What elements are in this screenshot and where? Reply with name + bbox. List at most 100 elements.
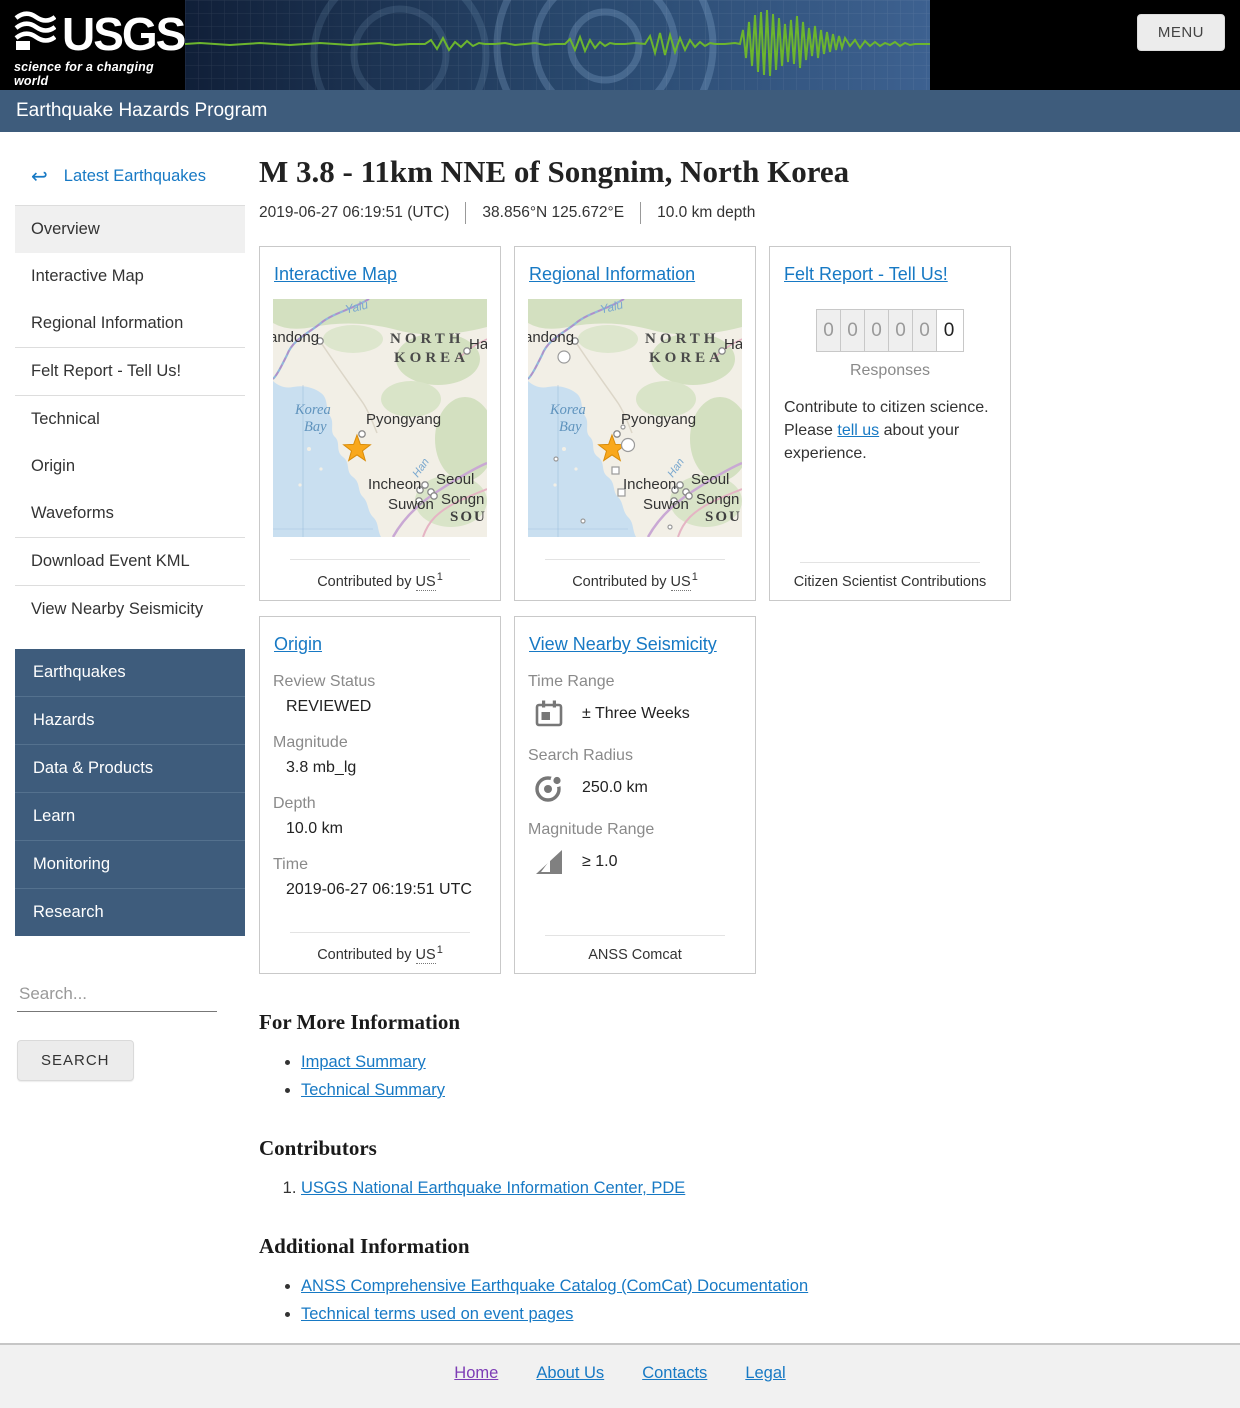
list-item: ANSS Comprehensive Earthquake Catalog (C…	[301, 1277, 1225, 1296]
counter-digit: 0	[913, 310, 937, 351]
footnote-marker: 1	[436, 571, 443, 584]
contributor-us-link[interactable]: US	[415, 574, 436, 591]
search-button[interactable]: SEARCH	[17, 1040, 134, 1081]
menu-item-hazards[interactable]: Hazards	[15, 696, 245, 744]
card-footer: Contributed by US1	[528, 559, 742, 591]
felt-report-prompt: Contribute to citizen science. Please te…	[783, 396, 997, 466]
technical-summary-link[interactable]: Technical Summary	[301, 1081, 445, 1099]
time-label: Time	[273, 856, 308, 873]
view-nearby-seismicity-link[interactable]: View Nearby Seismicity	[529, 634, 717, 655]
main-content: M 3.8 - 11km NNE of Songnim, North Korea…	[259, 150, 1225, 1372]
neic-pde-link[interactable]: USGS National Earthquake Information Cen…	[301, 1179, 685, 1197]
counter-digit: 0	[817, 310, 841, 351]
footnote-marker: 1	[691, 571, 698, 584]
time-value: 2019-06-27 06:19:51 UTC	[286, 881, 472, 898]
technical-terms-link[interactable]: Technical terms used on event pages	[301, 1305, 573, 1323]
list-item: Technical terms used on event pages	[301, 1305, 1225, 1324]
list-item: Impact Summary	[301, 1053, 1225, 1072]
event-coordinates: 38.856°N 125.672°E	[482, 204, 625, 221]
map-image	[273, 299, 487, 537]
footer-about-us-link[interactable]: About Us	[536, 1364, 604, 1383]
sidebar-item-regional-information[interactable]: Regional Information	[15, 300, 245, 347]
contributed-by-text: Contributed by	[317, 947, 412, 963]
for-more-information-heading: For More Information	[259, 1010, 461, 1034]
usgs-logo[interactable]: USGS science for a changing world	[14, 8, 189, 88]
time-range-label: Time Range	[528, 673, 615, 690]
map-image	[528, 299, 742, 537]
card-footer: Contributed by US1	[273, 932, 487, 964]
footer-home-link[interactable]: Home	[454, 1364, 498, 1383]
nearby-seismicity-card: View Nearby Seismicity Time Range ± Thre…	[514, 616, 756, 974]
meta-separator	[465, 202, 467, 224]
origin-link[interactable]: Origin	[274, 634, 322, 655]
felt-report-link[interactable]: Felt Report - Tell Us!	[784, 264, 948, 285]
regional-map-thumbnail[interactable]: Yalu andong NORTH KOREA Har Korea Bay Py…	[528, 299, 742, 537]
sidebar-item-overview[interactable]: Overview	[15, 206, 245, 253]
radius-icon	[535, 774, 564, 802]
magnitude-icon	[536, 850, 562, 874]
list-item: Technical Summary	[301, 1081, 1225, 1100]
calendar-icon	[535, 700, 563, 727]
menu-item-earthquakes[interactable]: Earthquakes	[15, 649, 245, 696]
page-footer: Home About Us Contacts Legal	[0, 1343, 1240, 1408]
sidebar-item-origin[interactable]: Origin	[15, 443, 245, 490]
menu-item-monitoring[interactable]: Monitoring	[15, 840, 245, 888]
menu-item-research[interactable]: Research	[15, 888, 245, 936]
impact-summary-link[interactable]: Impact Summary	[301, 1053, 426, 1071]
card-footer: Contributed by US1	[273, 559, 487, 591]
footer-contacts-link[interactable]: Contacts	[642, 1364, 707, 1383]
responses-label: Responses	[849, 362, 931, 379]
tell-us-link[interactable]: tell us	[837, 422, 879, 439]
footer-legal-link[interactable]: Legal	[745, 1364, 785, 1383]
regional-information-link[interactable]: Regional Information	[529, 264, 695, 285]
sidebar-item-waveforms[interactable]: Waveforms	[15, 490, 245, 537]
program-bar-title: Earthquake Hazards Program	[0, 90, 1240, 132]
sidebar: ↩ Latest Earthquakes Overview Interactiv…	[15, 150, 245, 1081]
menu-button[interactable]: MENU	[1136, 14, 1225, 51]
sidebar-item-interactive-map[interactable]: Interactive Map	[15, 253, 245, 300]
card-footer: Citizen Scientist Contributions	[783, 562, 997, 590]
sidebar-item-technical[interactable]: Technical	[15, 396, 245, 443]
usgs-logo-text: USGS	[62, 8, 186, 60]
site-menu: Earthquakes Hazards Data & Products Lear…	[15, 649, 245, 936]
sidebar-item-felt-report[interactable]: Felt Report - Tell Us!	[15, 348, 245, 395]
back-link-label: Latest Earthquakes	[63, 167, 206, 185]
card-footer: ANSS Comcat	[528, 935, 742, 963]
contributors-heading: Contributors	[259, 1136, 377, 1160]
sidebar-item-view-nearby-seismicity[interactable]: View Nearby Seismicity	[15, 586, 245, 633]
contributor-us-link[interactable]: US	[670, 574, 691, 591]
origin-card: Origin Review Status REVIEWED Magnitude …	[259, 616, 501, 974]
contributed-by-text: Contributed by	[317, 574, 412, 590]
usgs-tagline: science for a changing world	[14, 60, 154, 88]
contributor-us-link[interactable]: US	[415, 947, 436, 964]
interactive-map-link[interactable]: Interactive Map	[274, 264, 397, 285]
counter-digit: 0	[889, 310, 913, 351]
magnitude-value: 3.8 mb_lg	[286, 759, 357, 776]
event-meta: 2019-06-27 06:19:51 (UTC) 38.856°N 125.6…	[259, 202, 1225, 224]
search-input[interactable]	[17, 980, 217, 1012]
counter-digit: 0	[937, 310, 961, 351]
depth-value: 10.0 km	[286, 820, 343, 837]
site-header: USGS science for a changing world MENU	[0, 0, 1240, 90]
regional-information-card: Regional Information Yalu andong NORTH K…	[514, 246, 756, 601]
review-status-value: REVIEWED	[286, 698, 372, 715]
time-range-value: ± Three Weeks	[582, 705, 690, 722]
seismograph-banner-image	[185, 0, 930, 90]
contributed-by-text: Contributed by	[572, 574, 667, 590]
back-arrow-icon: ↩	[31, 166, 48, 188]
depth-label: Depth	[273, 795, 316, 812]
magnitude-range-label: Magnitude Range	[528, 821, 655, 838]
magnitude-label: Magnitude	[273, 734, 348, 751]
event-depth: 10.0 km depth	[657, 204, 756, 221]
menu-item-learn[interactable]: Learn	[15, 792, 245, 840]
back-to-latest-earthquakes-link[interactable]: ↩ Latest Earthquakes	[15, 150, 245, 205]
felt-report-card: Felt Report - Tell Us! 0 0 0 0 0 0 Respo…	[769, 246, 1011, 601]
menu-item-data-products[interactable]: Data & Products	[15, 744, 245, 792]
interactive-map-card: Interactive Map Yalu andong NORTH KOREA …	[259, 246, 501, 601]
review-status-label: Review Status	[273, 673, 376, 690]
page-title: M 3.8 - 11km NNE of Songnim, North Korea	[259, 154, 850, 189]
comcat-documentation-link[interactable]: ANSS Comprehensive Earthquake Catalog (C…	[301, 1277, 808, 1295]
sidebar-item-download-event-kml[interactable]: Download Event KML	[15, 538, 245, 585]
counter-digit: 0	[841, 310, 865, 351]
interactive-map-thumbnail[interactable]: Yalu andong NORTH KOREA Har Korea Bay Py…	[273, 299, 487, 537]
